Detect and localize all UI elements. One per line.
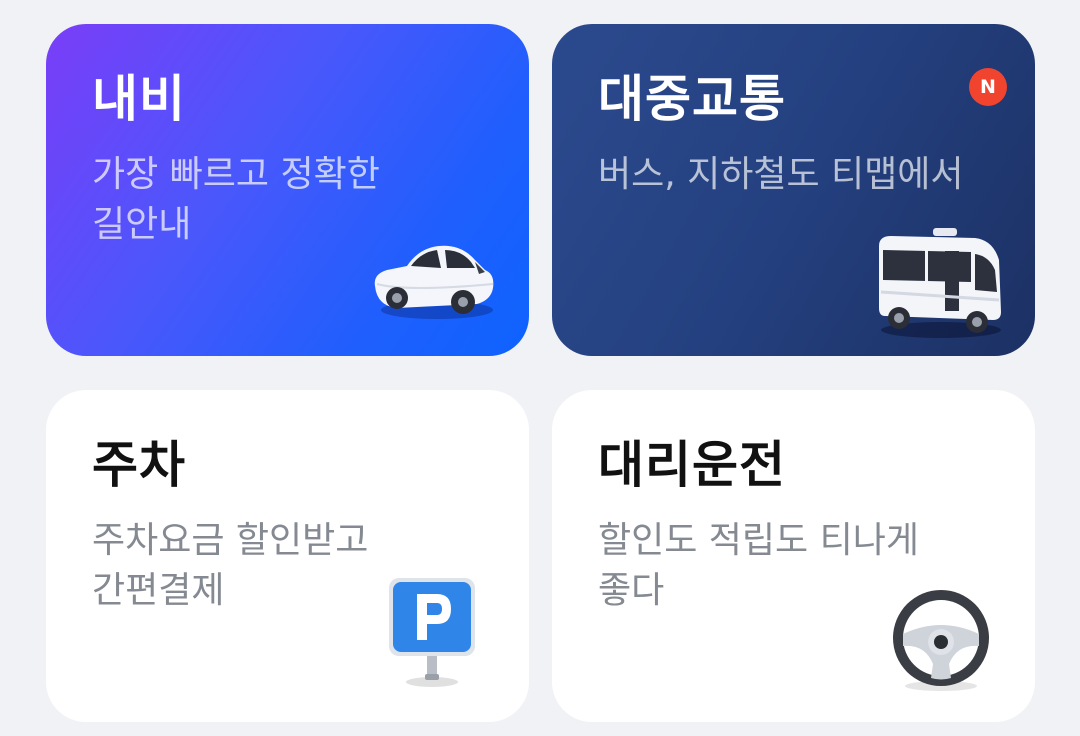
parking-description: 주차요금 할인받고 간편결제 <box>92 516 368 616</box>
new-badge: N <box>969 68 1007 106</box>
parking-description-line2: 간편결제 <box>92 570 225 611</box>
driver-description-line1: 할인도 적립도 티나게 <box>598 520 919 561</box>
driver-description: 할인도 적립도 티나게 좋다 <box>598 516 919 616</box>
driver-description-line2: 좋다 <box>598 570 665 611</box>
parking-sign-icon <box>389 578 475 687</box>
designated-driver-card[interactable]: 대리운전 할인도 적립도 티나게 좋다 <box>552 390 1035 722</box>
navi-description-line2: 길안내 <box>92 204 192 245</box>
transit-card[interactable]: 대중교통 N 버스, 지하철도 티맵에서 <box>552 24 1035 356</box>
parking-description-line1: 주차요금 할인받고 <box>92 520 369 561</box>
steering-wheel-icon <box>893 590 989 691</box>
navi-description: 가장 빠르고 정확한 길안내 <box>92 150 380 250</box>
parking-title: 주차 <box>92 436 186 494</box>
navi-title: 내비 <box>92 70 186 128</box>
driver-title: 대리운전 <box>598 436 786 494</box>
transit-description-line1: 버스, 지하철도 티맵에서 <box>598 154 964 195</box>
navi-card[interactable]: 내비 가장 빠르고 정확한 길안내 <box>46 24 529 356</box>
transit-title: 대중교통 <box>598 70 786 128</box>
car-icon <box>374 245 494 319</box>
transit-description: 버스, 지하철도 티맵에서 <box>598 150 964 200</box>
bus-icon <box>879 228 1001 338</box>
navi-description-line1: 가장 빠르고 정확한 <box>92 154 380 195</box>
parking-card[interactable]: 주차 주차요금 할인받고 간편결제 <box>46 390 529 722</box>
